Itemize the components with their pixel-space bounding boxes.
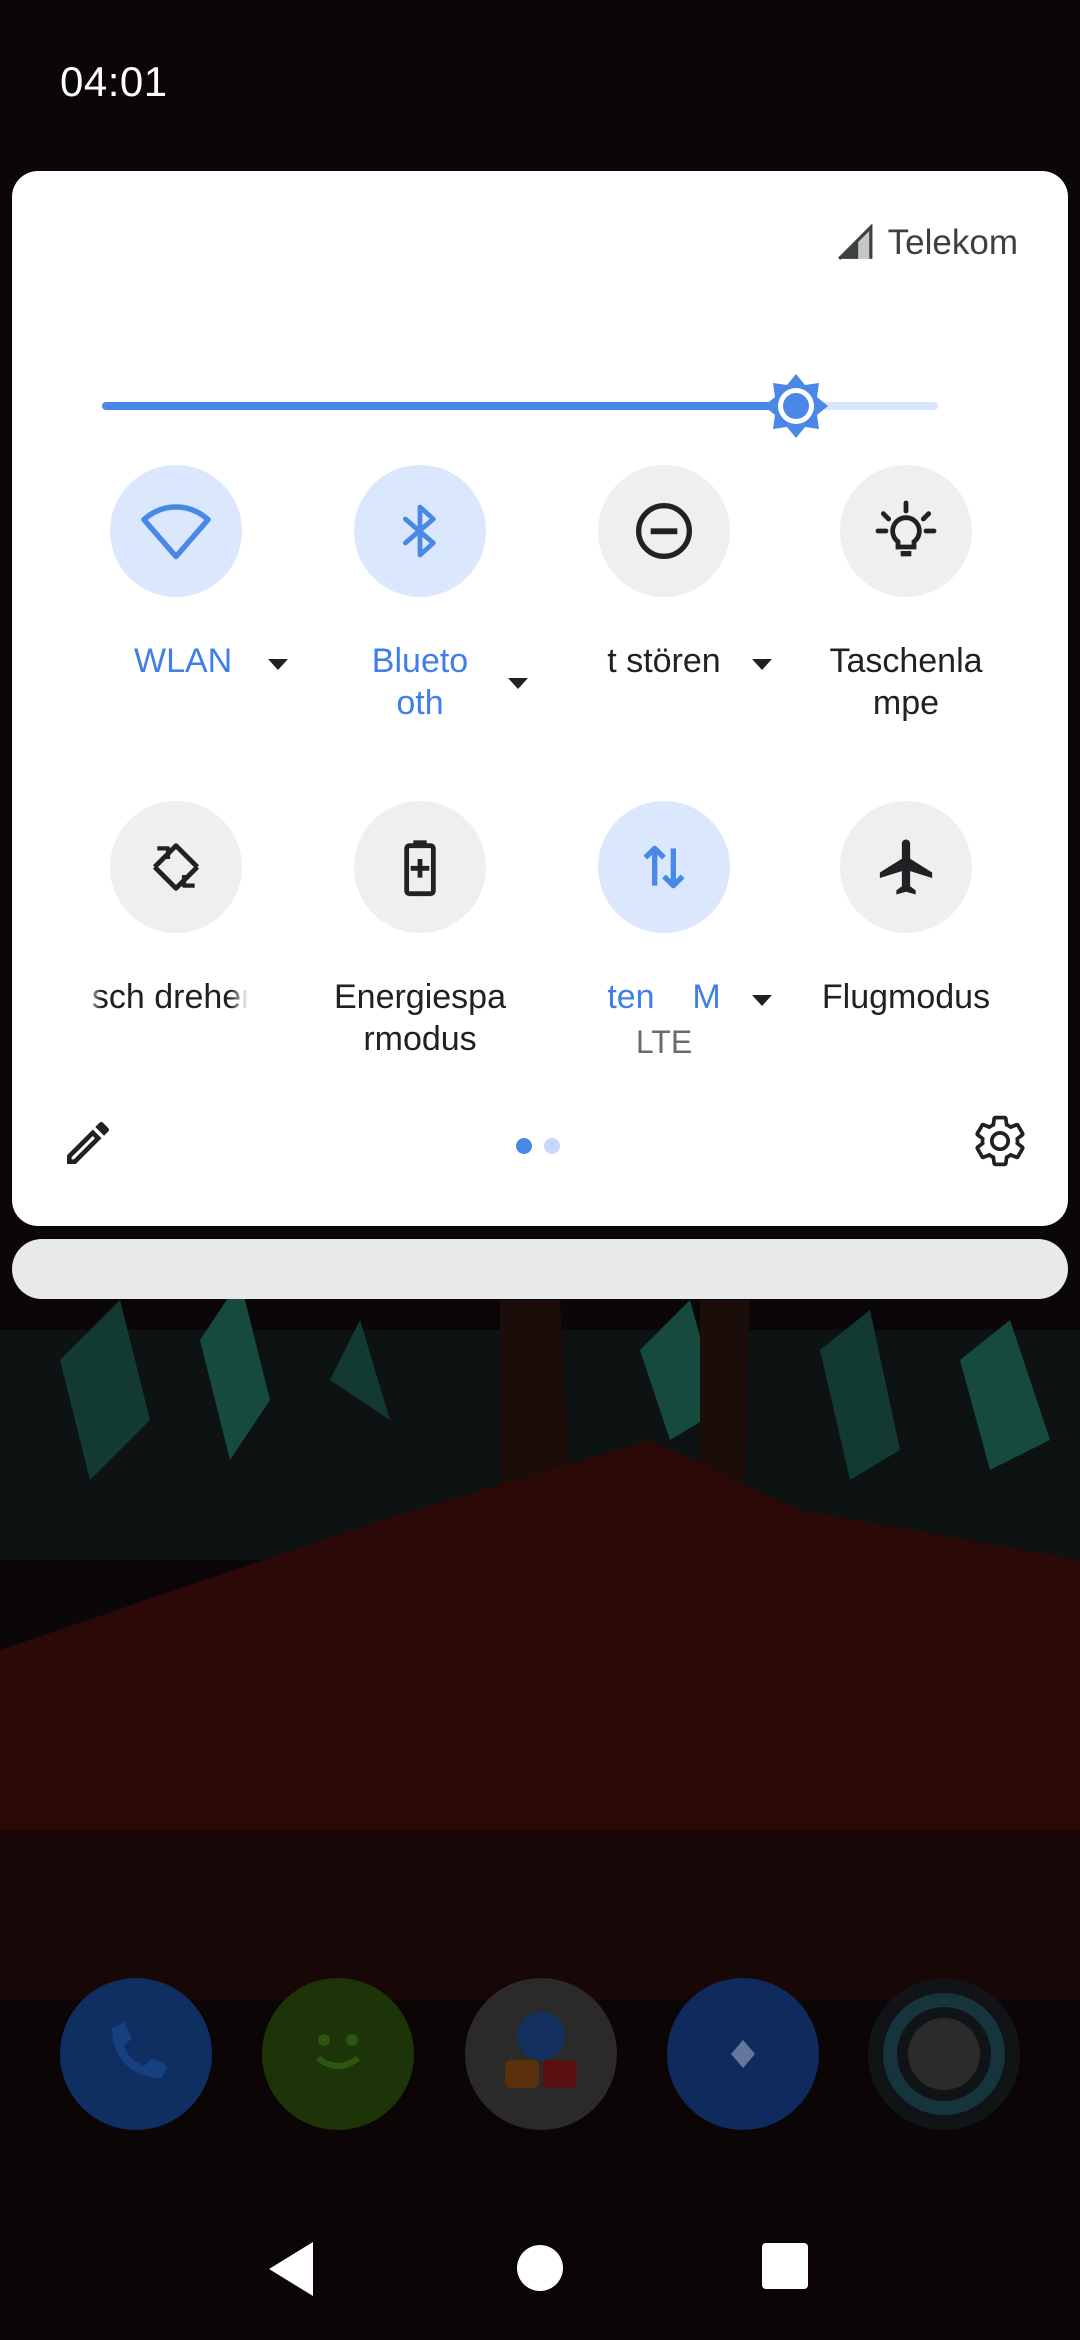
brightness-icon [764, 374, 828, 438]
tile-wlan-button[interactable] [110, 465, 242, 597]
duo-glyph [505, 2012, 577, 2088]
tile-mobile-data-sublabel: LTE [635, 1024, 693, 1060]
tile-battery-saver-label: Energiespa rmodus [333, 978, 506, 1058]
tile-mobile-data-button[interactable] [598, 801, 730, 933]
tile-bluetooth[interactable]: Blueto oth [298, 465, 542, 765]
messages-icon[interactable] [262, 1978, 414, 2130]
back-button[interactable] [265, 2240, 317, 2298]
tile-flashlight[interactable]: Taschenla mpe [784, 465, 1028, 765]
pencil-icon [67, 1121, 110, 1164]
page-dot-2 [544, 1138, 560, 1154]
tile-autorotate-button[interactable] [110, 801, 242, 933]
duo-icon[interactable] [465, 1978, 617, 2130]
phone-icon[interactable] [60, 1978, 212, 2130]
tile-autorotate-label: sch drehen [91, 978, 261, 1016]
tile-airplane-button[interactable] [840, 801, 972, 933]
battery-saver-icon [404, 840, 436, 897]
tile-dnd[interactable]: t stören [542, 465, 786, 765]
messages-glyph [316, 2034, 360, 2069]
wlan-dropdown-caret[interactable] [268, 659, 288, 670]
phone-glyph [112, 2022, 168, 2078]
assistant-glyph [883, 1993, 1005, 2115]
page-indicator [516, 1138, 560, 1154]
tile-airplane-label: Flugmodus [821, 978, 991, 1016]
maps-icon[interactable] [667, 1978, 819, 2130]
qs-footer-bar [12, 1239, 1068, 1299]
flashlight-icon [875, 500, 937, 557]
do-not-disturb-icon [636, 503, 692, 559]
carrier-info: Telekom [836, 223, 1018, 263]
tile-bluetooth-label: Blueto oth [371, 642, 469, 722]
edit-button[interactable] [60, 1115, 120, 1175]
brightness-fill [102, 402, 796, 410]
tile-flashlight-label: Taschenla mpe [829, 642, 983, 722]
airplane-icon [879, 839, 933, 895]
bluetooth-icon [402, 504, 436, 558]
tile-airplane[interactable]: Flugmodus [784, 801, 1028, 1101]
bluetooth-dropdown-caret[interactable] [508, 678, 528, 689]
carrier-name: Telekom [887, 223, 1018, 262]
gear-icon [975, 1115, 1025, 1167]
assistant-icon[interactable] [868, 1978, 1020, 2130]
tile-bluetooth-button[interactable] [354, 465, 486, 597]
dnd-dropdown-caret[interactable] [752, 659, 772, 670]
tile-battery-saver-button[interactable] [354, 801, 486, 933]
mobile-data-dropdown-caret[interactable] [752, 995, 772, 1006]
tile-flashlight-button[interactable] [840, 465, 972, 597]
wifi-icon [141, 504, 211, 560]
tile-mobile-data[interactable]: ten M LTE [542, 801, 786, 1101]
tile-dnd-button[interactable] [598, 465, 730, 597]
recents-button[interactable] [762, 2243, 808, 2289]
tile-mobile-data-label: ten M [607, 978, 721, 1016]
tile-dnd-label: t stören [607, 642, 721, 680]
signal-icon [837, 224, 873, 260]
tile-wlan[interactable]: WLAN [54, 465, 298, 765]
tile-wlan-label: WLAN [134, 642, 233, 680]
tile-autorotate[interactable]: sch drehen [54, 801, 298, 1101]
brightness-slider[interactable] [102, 371, 938, 441]
auto-rotate-icon [152, 843, 200, 891]
home-button[interactable] [517, 2245, 563, 2291]
quick-settings-panel: Telekom WLAN Blueto oth t stören Taschen… [12, 171, 1068, 1226]
settings-button[interactable] [972, 1113, 1032, 1173]
tile-battery-saver[interactable]: Energiespa rmodus [298, 801, 542, 1101]
maps-glyph [731, 2040, 755, 2068]
brightness-thumb[interactable] [761, 371, 831, 441]
status-time: 04:01 [60, 58, 168, 105]
page-dot-1 [516, 1138, 532, 1154]
mobile-data-icon [643, 845, 685, 889]
